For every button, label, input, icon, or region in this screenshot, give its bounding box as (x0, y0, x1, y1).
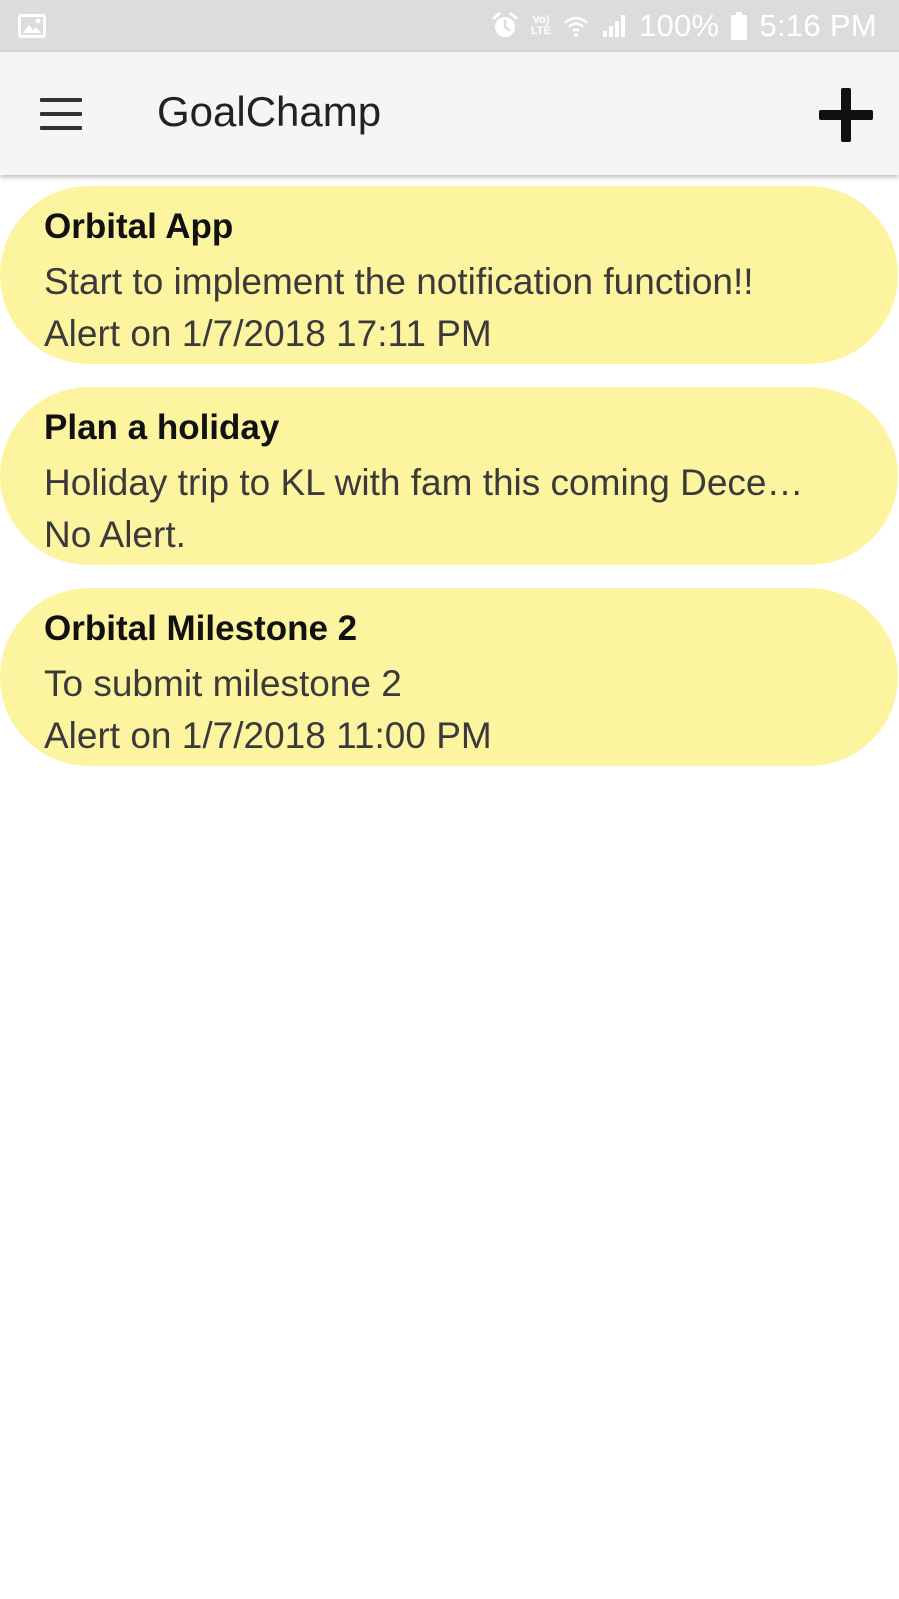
add-goal-button[interactable] (819, 88, 873, 142)
goal-card[interactable]: Orbital App Start to implement the notif… (0, 186, 898, 364)
battery-percent: 100% (638, 8, 720, 43)
status-right: Vo) LTE 100% 5:16 PM (491, 8, 877, 44)
signal-icon (601, 13, 627, 39)
goal-title: Orbital Milestone 2 (44, 609, 358, 648)
plus-icon-vertical (841, 88, 851, 142)
goal-list: Orbital App Start to implement the notif… (0, 186, 899, 789)
goal-description: Start to implement the notification func… (44, 261, 754, 302)
volte-icon: Vo) LTE (531, 15, 551, 37)
goal-description: To submit milestone 2 (44, 663, 402, 704)
goal-card[interactable]: Orbital Milestone 2 To submit milestone … (0, 588, 898, 766)
goal-title: Orbital App (44, 207, 234, 246)
battery-icon (731, 12, 748, 40)
gallery-icon (18, 14, 46, 38)
goal-alert: Alert on 1/7/2018 17:11 PM (44, 313, 492, 354)
volte-bottom-text: LTE (530, 25, 551, 37)
alarm-icon (491, 12, 519, 40)
goal-title: Plan a holiday (44, 408, 280, 447)
wifi-icon (563, 13, 589, 39)
status-bar: Vo) LTE 100% 5:16 PM (0, 0, 899, 52)
app-title: GoalChamp (157, 88, 382, 135)
goal-card[interactable]: Plan a holiday Holiday trip to KL with f… (0, 387, 898, 565)
hamburger-menu-icon[interactable] (40, 98, 82, 130)
goal-alert: No Alert. (44, 514, 186, 555)
goal-alert: Alert on 1/7/2018 11:00 PM (44, 715, 492, 756)
goal-description: Holiday trip to KL with fam this coming … (44, 462, 804, 503)
status-time: 5:16 PM (759, 8, 877, 43)
app-bar: GoalChamp (0, 52, 899, 175)
status-left (18, 14, 46, 38)
